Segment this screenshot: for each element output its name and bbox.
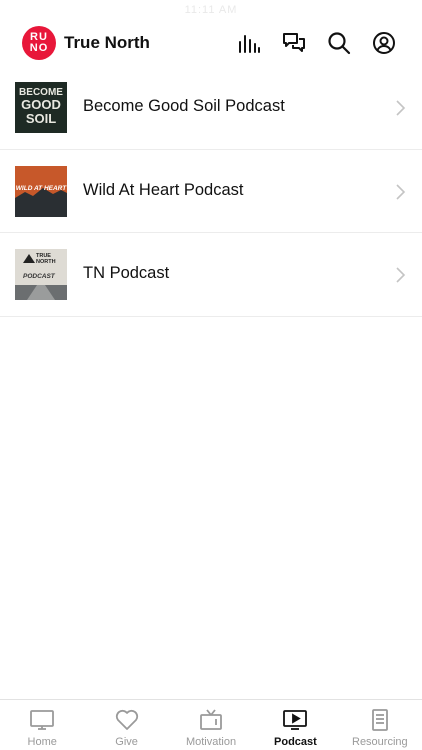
book-icon (371, 709, 388, 731)
chevron-right-icon (396, 267, 406, 283)
podcast-art-tn: TRUE NORTH PODCAST (15, 249, 67, 300)
account-icon[interactable] (371, 30, 397, 56)
monitor-icon (30, 710, 55, 730)
tab-label: Motivation (185, 736, 237, 748)
tab-label: Give (115, 736, 138, 748)
podcast-title: Wild At Heart Podcast (83, 180, 244, 199)
tab-give[interactable]: Give (84, 700, 168, 750)
tab-resourcing[interactable]: Resourcing (338, 700, 422, 750)
tab-podcast[interactable]: Podcast (253, 700, 337, 750)
heart-icon (115, 709, 138, 730)
tab-home[interactable]: Home (0, 700, 84, 750)
search-icon[interactable] (326, 30, 352, 56)
audio-bars-icon[interactable] (236, 30, 262, 56)
list-item[interactable]: BECOME GOOD SOIL Become Good Soil Podcas… (0, 66, 422, 150)
app-title: True North (64, 33, 150, 52)
brand-logo[interactable]: RU NO (22, 26, 56, 60)
bottom-tab-bar: Home Give Motivation Podcast Resourcing (0, 699, 422, 750)
art-text: WILD AT HEART (15, 184, 67, 192)
tab-label: Home (27, 736, 57, 748)
tab-motivation[interactable]: Motivation (169, 700, 253, 750)
chevron-right-icon (396, 100, 406, 116)
tab-label: Resourcing (352, 736, 408, 748)
chevron-right-icon (396, 183, 406, 200)
list-item[interactable]: TRUE NORTH PODCAST TN Podcast (0, 233, 422, 317)
logo-line-2: NO (29, 42, 49, 54)
chat-icon[interactable] (281, 30, 307, 56)
podcast-list: BECOME GOOD SOIL Become Good Soil Podcas… (0, 66, 422, 317)
status-time: 11:11 AM (184, 4, 238, 16)
art-text: NORTH (36, 259, 56, 265)
tab-label: Podcast (274, 736, 317, 748)
podcast-art-become-good-soil: BECOME GOOD SOIL (15, 82, 67, 133)
podcast-art-wild-at-heart: WILD AT HEART (15, 165, 67, 217)
podcast-title: TN Podcast (83, 264, 170, 282)
tv-icon (200, 709, 222, 730)
art-text: SOIL (25, 111, 57, 126)
list-item[interactable]: WILD AT HEART Wild At Heart Podcast (0, 150, 422, 233)
art-text: GOOD (21, 97, 61, 112)
art-text: PODCAST (23, 273, 55, 280)
podcast-title: Become Good Soil Podcast (83, 97, 285, 115)
play-screen-icon (283, 710, 308, 730)
